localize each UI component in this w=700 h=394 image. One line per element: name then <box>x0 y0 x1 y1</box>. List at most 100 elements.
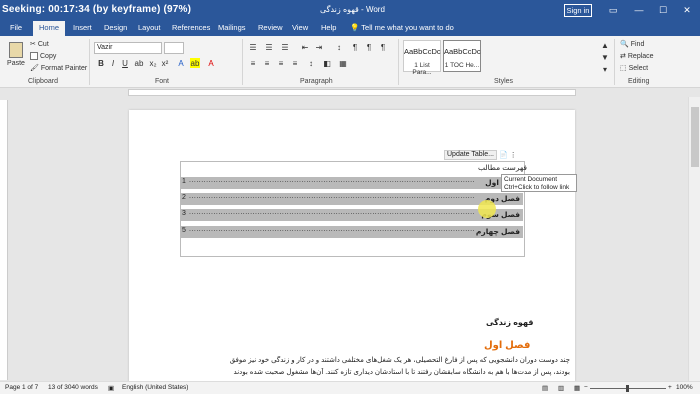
italic-button[interactable]: I <box>108 58 118 68</box>
update-table-button[interactable]: Update Table... <box>444 150 497 160</box>
paragraph-line: چند دوست دوران دانشجویی که پس از فارغ ال… <box>229 357 570 364</box>
zoom-level[interactable]: 100% <box>676 384 693 391</box>
align-left-icon[interactable]: ≡ <box>248 58 258 68</box>
read-mode-icon[interactable]: ▤ <box>542 384 548 392</box>
zoom-in-icon[interactable]: + <box>668 384 672 391</box>
maximize-icon[interactable]: ☐ <box>656 3 670 17</box>
superscript-button[interactable]: x² <box>160 58 170 68</box>
tab-file[interactable]: File <box>10 23 22 32</box>
toc-leader-dots: ........................................… <box>189 177 475 184</box>
proofing-icon[interactable]: ▣ <box>108 384 114 392</box>
tab-references[interactable]: References <box>172 23 210 32</box>
vertical-scrollbar[interactable] <box>688 97 700 381</box>
sign-in-button[interactable]: Sign in <box>564 4 592 17</box>
tab-home[interactable]: Home <box>33 21 66 36</box>
toc-leader-dots: ........................................… <box>189 209 475 216</box>
minimize-icon[interactable]: — <box>632 3 646 17</box>
zoom-slider-knob[interactable] <box>626 385 629 392</box>
ribbon-display-icon[interactable]: ▭ <box>606 3 620 17</box>
styles-more-icon[interactable]: ▾ <box>600 64 610 74</box>
align-center-icon[interactable]: ≡ <box>262 58 272 68</box>
tab-insert[interactable]: Insert <box>73 23 92 32</box>
justify-icon[interactable]: ≡ <box>290 58 300 68</box>
shading-icon[interactable]: ◧ <box>322 58 332 68</box>
styles-scroll-up-icon[interactable]: ▲ <box>600 40 610 50</box>
tab-review[interactable]: Review <box>258 23 283 32</box>
toc-entry-label: فصل چهارم <box>475 227 520 236</box>
title-bar: Seeking: 00:17:34 (by keyframe) (97%) قه… <box>0 0 700 21</box>
toc-entry[interactable]: 2 ......................................… <box>181 193 523 205</box>
replace-button[interactable]: ⇄ Replace <box>620 52 654 61</box>
line-spacing-icon[interactable]: ↕ <box>306 58 316 68</box>
paste-button[interactable]: Paste <box>6 42 26 67</box>
show-marks-icon[interactable]: ¶ <box>350 42 360 52</box>
web-layout-icon[interactable]: ▦ <box>574 384 580 392</box>
underline-button[interactable]: U <box>120 58 130 68</box>
page-count[interactable]: Page 1 of 7 <box>5 384 38 391</box>
styles-scroll-down-icon[interactable]: ▼ <box>600 52 610 62</box>
format-painter-button[interactable]: 🖌 Format Painter <box>30 64 87 73</box>
vertical-ruler[interactable] <box>0 100 8 380</box>
ruler-track <box>128 89 576 96</box>
horizontal-ruler[interactable] <box>0 88 700 97</box>
toc-options-icon[interactable]: 📄 <box>499 151 508 159</box>
paragraph-line: بودند، پس از مدت‌ها با هم به دانشگاه ساب… <box>233 369 570 376</box>
borders-icon[interactable]: ▦ <box>338 58 348 68</box>
separator <box>89 39 90 85</box>
zoom-out-icon[interactable]: − <box>584 384 588 391</box>
font-name-input[interactable]: Vazir <box>94 42 162 54</box>
tab-mailings[interactable]: Mailings <box>218 23 246 32</box>
align-right-icon[interactable]: ≡ <box>276 58 286 68</box>
tab-design[interactable]: Design <box>104 23 127 32</box>
style-sample: AaBbCcDc <box>444 47 481 56</box>
bold-button[interactable]: B <box>96 58 106 68</box>
tab-layout[interactable]: Layout <box>138 23 161 32</box>
ltr-icon[interactable]: ¶ <box>364 42 374 52</box>
tab-view[interactable]: View <box>292 23 308 32</box>
close-icon[interactable]: ✕ <box>680 3 694 17</box>
style-toc-heading[interactable]: AaBbCcDc 1 TOC He... <box>443 40 481 72</box>
font-color-icon[interactable]: A <box>206 58 216 68</box>
text-effects-icon[interactable]: A <box>176 58 186 68</box>
style-list-paragraph[interactable]: AaBbCcDc 1 List Para... <box>403 40 441 76</box>
rtl-icon[interactable]: ¶ <box>378 42 388 52</box>
font-size-input[interactable] <box>164 42 184 54</box>
scrollbar-thumb[interactable] <box>691 107 699 167</box>
toc-page-number: 2 <box>182 194 186 201</box>
tab-help[interactable]: Help <box>321 23 336 32</box>
lightbulb-icon: 💡 <box>350 23 362 32</box>
toc-leader-dots: ........................................… <box>189 193 475 200</box>
tooltip-line: Current Document <box>504 176 558 183</box>
toc-toolbar: Update Table... 📄 ⋮ <box>444 150 517 160</box>
word-count[interactable]: 13 of 3040 words <box>48 384 98 391</box>
toc-menu-icon[interactable]: ⋮ <box>510 151 517 159</box>
sort-icon[interactable]: ↕ <box>334 42 344 52</box>
bullets-icon[interactable]: ☰ <box>248 42 258 52</box>
find-button[interactable]: 🔍 Find <box>620 40 644 49</box>
toc-entry[interactable]: 5 ......................................… <box>181 226 523 238</box>
scissors-icon: ✂ <box>30 41 36 48</box>
style-sample: AaBbCcDc <box>404 47 441 56</box>
numbering-icon[interactable]: ☰ <box>264 42 274 52</box>
tooltip-line: Ctrl+Click to follow link <box>504 184 570 191</box>
cut-button[interactable]: ✂ Cut <box>30 40 49 49</box>
font-group-label: Font <box>155 78 170 85</box>
language-status[interactable]: English (United States) <box>122 384 188 391</box>
heading-1: فصل اول <box>484 340 531 351</box>
tell-me-search[interactable]: 💡 Tell me what you want to do <box>350 23 454 32</box>
replace-label: Replace <box>627 52 654 60</box>
increase-indent-icon[interactable]: ⇥ <box>314 42 324 52</box>
brush-icon: 🖌 <box>30 65 39 72</box>
toc-entry[interactable]: 1 ......................................… <box>181 177 523 189</box>
highlight-icon[interactable]: ab <box>190 58 200 68</box>
decrease-indent-icon[interactable]: ⇤ <box>300 42 310 52</box>
strikethrough-button[interactable]: ab <box>134 58 144 68</box>
select-button[interactable]: ⬚ Select <box>620 64 648 73</box>
subscript-button[interactable]: x₂ <box>148 58 158 68</box>
print-layout-icon[interactable]: ▥ <box>558 384 564 392</box>
multilevel-list-icon[interactable]: ☰ <box>280 42 290 52</box>
cursor-icon: ⬚ <box>620 65 627 72</box>
toc-page-number: 5 <box>182 227 186 234</box>
copy-button[interactable]: Copy <box>30 52 56 60</box>
toc-entry[interactable]: 3 ......................................… <box>181 209 523 221</box>
